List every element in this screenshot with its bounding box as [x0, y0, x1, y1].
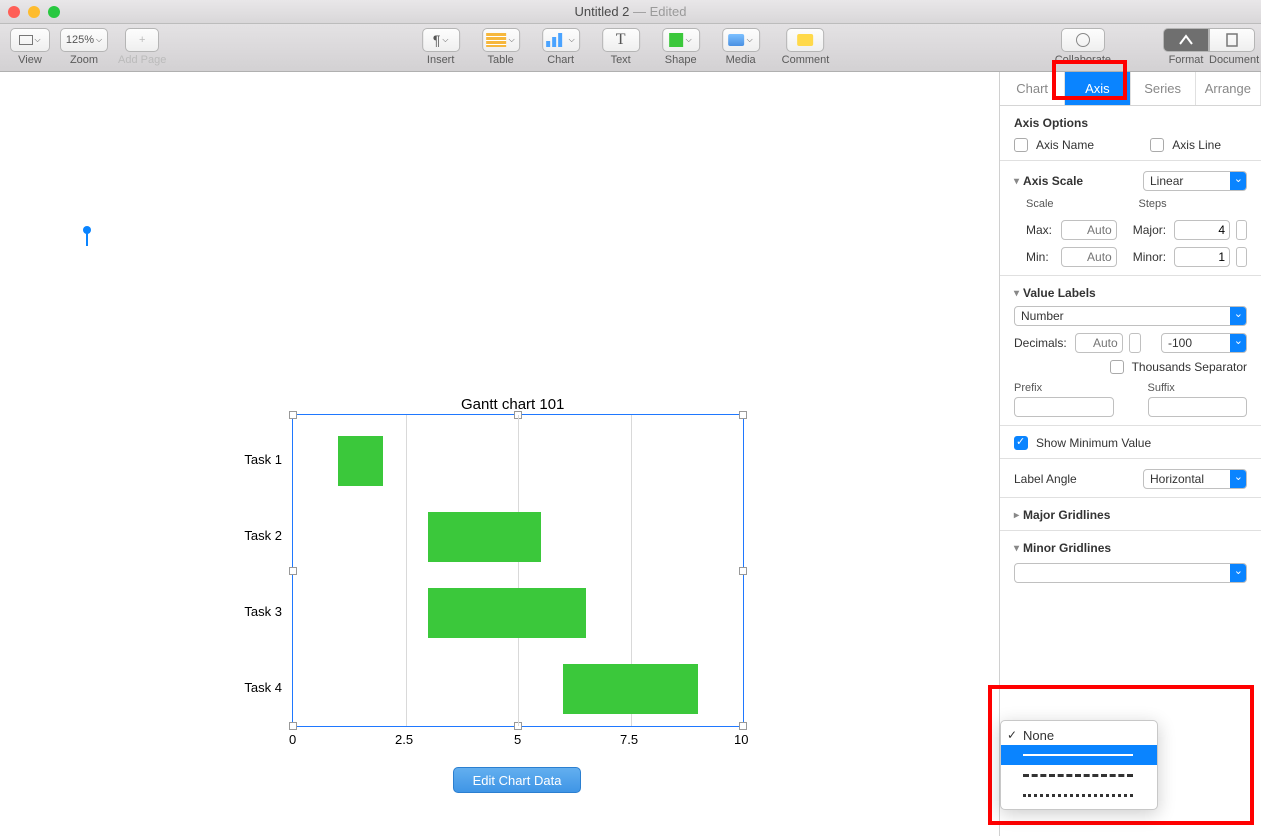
- stepper[interactable]: [1236, 220, 1247, 240]
- document-tab[interactable]: [1209, 28, 1255, 52]
- axis-scale-disclosure[interactable]: Axis Scale: [1014, 174, 1083, 188]
- bar-task-2[interactable]: [428, 512, 541, 562]
- chart-title[interactable]: Gantt chart 101: [461, 396, 564, 413]
- add-page-button[interactable]: +: [125, 28, 159, 52]
- gridline-style-menu: ✓None: [1000, 720, 1158, 810]
- window-titlebar: Untitled 2 — Edited: [0, 0, 1261, 24]
- media-button[interactable]: ⌵: [722, 28, 760, 52]
- minor-gridlines-select[interactable]: [1014, 563, 1247, 583]
- text-cursor: [86, 232, 88, 246]
- gridline-option-dotted[interactable]: [1001, 785, 1157, 805]
- tick-label: 2.5: [395, 732, 413, 747]
- chart-button[interactable]: ⌵: [542, 28, 580, 52]
- format-tab[interactable]: [1163, 28, 1209, 52]
- thousands-checkbox[interactable]: [1110, 360, 1124, 374]
- insert-button[interactable]: ¶⌵: [422, 28, 460, 52]
- major-gridlines-disclosure[interactable]: Major Gridlines: [1014, 508, 1247, 522]
- bar-task-4[interactable]: [563, 664, 698, 714]
- scale-type-select[interactable]: Linear: [1143, 171, 1247, 191]
- value-labels-type-select[interactable]: Number: [1014, 306, 1247, 326]
- gridline-option-solid[interactable]: [1001, 745, 1157, 765]
- category-label: Task 3: [232, 604, 282, 619]
- inspector-tabs: Chart Axis Series Arrange: [1000, 72, 1261, 106]
- chart-object[interactable]: [292, 414, 744, 727]
- view-label: View: [18, 54, 42, 66]
- tick-label: 5: [514, 732, 521, 747]
- scale-min-input[interactable]: [1061, 247, 1117, 267]
- gridline-option-none[interactable]: ✓None: [1001, 725, 1157, 745]
- shape-button[interactable]: ⌵: [662, 28, 700, 52]
- tick-label: 7.5: [620, 732, 638, 747]
- suffix-input[interactable]: [1148, 397, 1248, 417]
- label-angle-select[interactable]: Horizontal: [1143, 469, 1247, 489]
- edit-chart-data-button[interactable]: Edit Chart Data: [453, 767, 581, 793]
- view-button[interactable]: ⌵: [10, 28, 50, 52]
- document-canvas[interactable]: Gantt chart 101 Task 1 Task 2 Task 3 Tas…: [0, 72, 1000, 836]
- tab-axis[interactable]: Axis: [1065, 72, 1130, 105]
- prefix-input[interactable]: [1014, 397, 1114, 417]
- minor-gridlines-disclosure[interactable]: Minor Gridlines: [1014, 541, 1247, 555]
- value-labels-disclosure[interactable]: Value Labels: [1014, 286, 1247, 300]
- stepper[interactable]: [1236, 247, 1247, 267]
- decimals-scale-select[interactable]: -100: [1161, 333, 1247, 353]
- zoom-label: Zoom: [70, 54, 98, 66]
- collaborate-button[interactable]: [1061, 28, 1105, 52]
- tick-label: 10: [734, 732, 748, 747]
- bar-task-1[interactable]: [338, 436, 383, 486]
- category-label: Task 2: [232, 528, 282, 543]
- bar-task-3[interactable]: [428, 588, 586, 638]
- axis-name-checkbox[interactable]: [1014, 138, 1028, 152]
- axis-options-header: Axis Options: [1014, 116, 1247, 130]
- add-page-label: Add Page: [118, 54, 166, 66]
- show-min-checkbox[interactable]: [1014, 436, 1028, 450]
- decimals-input[interactable]: [1075, 333, 1123, 353]
- scale-max-input[interactable]: [1061, 220, 1117, 240]
- table-button[interactable]: ⌵: [482, 28, 520, 52]
- tab-chart[interactable]: Chart: [1000, 72, 1065, 105]
- tab-series[interactable]: Series: [1131, 72, 1196, 105]
- stepper[interactable]: [1129, 333, 1141, 353]
- gridline-option-dashed[interactable]: [1001, 765, 1157, 785]
- axis-line-checkbox[interactable]: [1150, 138, 1164, 152]
- tick-label: 0: [289, 732, 296, 747]
- zoom-select[interactable]: 125%⌵: [60, 28, 108, 52]
- tab-arrange[interactable]: Arrange: [1196, 72, 1261, 105]
- text-button[interactable]: T: [602, 28, 640, 52]
- category-label: Task 4: [232, 680, 282, 695]
- comment-button[interactable]: [787, 28, 825, 52]
- window-title: Untitled 2 — Edited: [0, 4, 1261, 19]
- category-label: Task 1: [232, 452, 282, 467]
- steps-minor-input[interactable]: [1174, 247, 1230, 267]
- toolbar: ⌵ View 125%⌵ Zoom + Add Page ¶⌵Insert ⌵T…: [0, 24, 1261, 72]
- steps-major-input[interactable]: [1174, 220, 1230, 240]
